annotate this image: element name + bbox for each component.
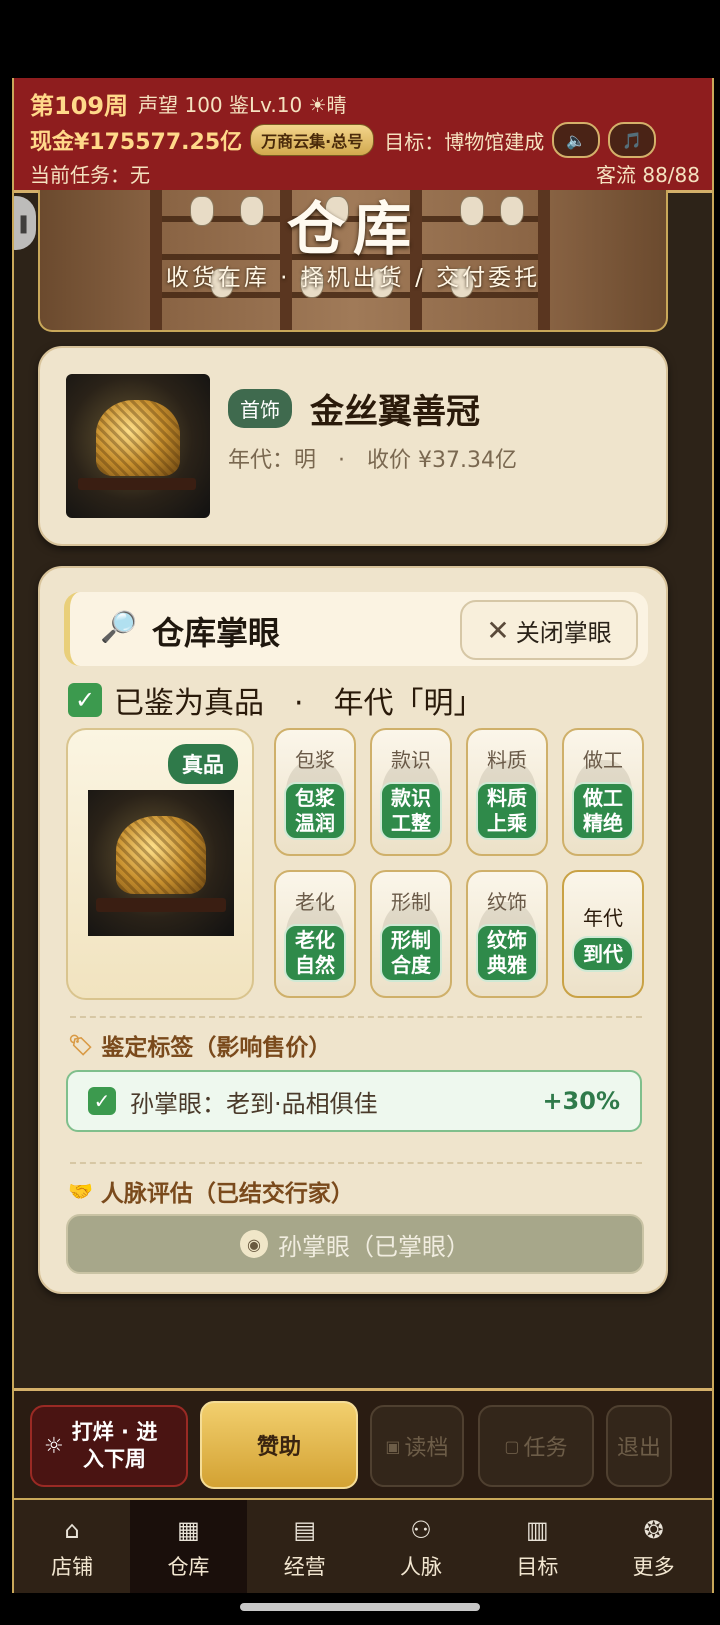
abacus-icon: ▤ xyxy=(293,1515,317,1544)
sun-icon: ☼ xyxy=(44,1433,64,1459)
pause-icon: ❚❚ xyxy=(14,212,32,234)
trait-label: 包浆 xyxy=(295,748,335,772)
scroll-icon: ▥ xyxy=(525,1515,549,1544)
next-week-button[interactable]: ☼ 打烊 · 进入下周 xyxy=(30,1405,188,1487)
contact-appraiser-label: 孙掌眼（已掌眼） xyxy=(278,1232,470,1261)
contacts-heading: 🤝 人脉评估（已结交行家） xyxy=(68,1179,354,1207)
trait-tile-material[interactable]: 料质 料质 上乘 xyxy=(466,728,548,856)
trait-label: 年代 xyxy=(583,906,623,930)
trait-label: 老化 xyxy=(295,890,335,914)
trait-result: 到代 xyxy=(572,936,634,972)
tab-shop[interactable]: ⌂ 店铺 xyxy=(14,1500,130,1593)
item-thumbnail xyxy=(66,374,210,518)
item-large-image xyxy=(88,790,234,936)
appraisal-labels-heading: 🏷 鉴定标签（影响售价） xyxy=(68,1033,332,1061)
close-appraisal-button[interactable]: ✕ 关闭掌眼 xyxy=(460,600,638,660)
page-title: 仓库 xyxy=(286,195,419,263)
trait-result: 包浆 温润 xyxy=(284,782,346,840)
action-bar: ☼ 打烊 · 进入下周 赞助 ▣ 读档 ▢ 任务 退出 xyxy=(14,1388,712,1501)
customer-traffic: 客流 88/88 xyxy=(596,162,700,187)
trait-result: 老化 自然 xyxy=(284,924,346,982)
magnifier-icon: 🔎 xyxy=(100,610,138,645)
trait-label: 款识 xyxy=(391,748,431,772)
trait-label: 纹饰 xyxy=(487,890,527,914)
item-card[interactable]: 首饰 金丝翼善冠 年代：明 · 收价 ¥37.34亿 xyxy=(38,346,668,546)
speaker-icon: 🔈 xyxy=(566,130,587,150)
tab-contacts[interactable]: ⚇ 人脉 xyxy=(363,1500,479,1593)
appraisal-title: 仓库掌眼 xyxy=(152,614,281,652)
cash-amount: 现金¥175577.25亿 xyxy=(30,130,243,155)
store-badge[interactable]: 万商云集·总号 xyxy=(250,124,375,156)
warehouse-banner: 仓库 收货在库 · 择机出货 / 交付委托 xyxy=(38,190,668,332)
trait-label: 做工 xyxy=(583,748,623,772)
more-icon: ❂ xyxy=(643,1515,664,1544)
music-toggle-button[interactable]: 🎵 xyxy=(608,122,657,158)
goal-text: 目标：博物馆建成 xyxy=(384,129,545,154)
shop-icon: ⌂ xyxy=(64,1515,80,1544)
music-note-icon: 🎵 xyxy=(622,130,643,150)
warehouse-icon: ▦ xyxy=(177,1515,200,1544)
bottom-tab-bar: ⌂ 店铺 ▦ 仓库 ▤ 经营 ⚇ 人脉 ▥ 目标 ❂ 更多 xyxy=(14,1498,712,1593)
trait-label: 料质 xyxy=(487,748,527,772)
verdict-text: 已鉴为真品 · 年代「明」 xyxy=(114,686,484,721)
tab-warehouse[interactable]: ▦ 仓库 xyxy=(130,1500,247,1593)
load-save-button[interactable]: ▣ 读档 xyxy=(370,1405,464,1487)
current-task: 当前任务：无 xyxy=(30,162,150,187)
checkmark-icon: ✓ xyxy=(88,1087,116,1115)
item-info: 年代：明 · 收价 ¥37.34亿 xyxy=(228,448,517,473)
category-tag: 首饰 xyxy=(228,389,292,428)
trait-tile-inscription[interactable]: 款识 款识 工整 xyxy=(370,728,452,856)
trait-result: 形制 合度 xyxy=(380,924,442,982)
trait-result: 款识 工整 xyxy=(380,782,442,840)
contact-appraiser-button[interactable]: ◉ 孙掌眼（已掌眼） xyxy=(66,1214,644,1274)
trait-tile-era[interactable]: 年代 到代 xyxy=(562,870,644,998)
floating-side-handle[interactable]: ❚❚ xyxy=(14,196,36,250)
verdict-line: ✓ 已鉴为真品 · 年代「明」 xyxy=(68,680,484,721)
folder-icon: ▣ xyxy=(385,1436,401,1456)
exit-button[interactable]: 退出 xyxy=(606,1405,672,1487)
trait-label: 形制 xyxy=(391,890,431,914)
trait-result: 料质 上乘 xyxy=(476,782,538,840)
sponsor-button[interactable]: 赞助 xyxy=(200,1401,358,1489)
appraiser-face-icon: ◉ xyxy=(240,1230,268,1258)
item-large-image-card: 真品 xyxy=(66,728,254,1000)
trait-tile-aging[interactable]: 老化 老化 自然 xyxy=(274,870,356,998)
appraisal-label-row[interactable]: ✓ 孙掌眼：老到·品相俱佳 +30% xyxy=(66,1070,642,1132)
item-name: 金丝翼善冠 xyxy=(310,392,480,432)
authentic-badge: 真品 xyxy=(168,744,238,784)
trait-result: 纹饰 典雅 xyxy=(476,924,538,982)
divider xyxy=(70,1016,642,1018)
player-stats: 声望 100 鉴Lv.10 ☀晴 xyxy=(138,92,347,117)
handshake-icon: 🤝 xyxy=(68,1179,93,1203)
checkmark-icon: ✓ xyxy=(68,683,102,717)
appraisal-panel: 🔎 仓库掌眼 ✕ 关闭掌眼 ✓ 已鉴为真品 · 年代「明」 真品 包浆 包浆 温润 xyxy=(38,566,668,1294)
divider xyxy=(70,1162,642,1164)
week-counter: 第109周 xyxy=(30,91,129,120)
trait-result: 做工 精绝 xyxy=(572,782,634,840)
price-bonus: +30% xyxy=(542,1087,620,1115)
people-icon: ⚇ xyxy=(410,1515,432,1544)
top-hud: 第109周 声望 100 鉴Lv.10 ☀晴 现金¥175577.25亿 万商云… xyxy=(14,78,712,193)
close-icon: ✕ xyxy=(486,613,510,647)
home-indicator[interactable] xyxy=(240,1603,480,1611)
crown-image xyxy=(96,400,180,476)
tab-more[interactable]: ❂ 更多 xyxy=(595,1500,711,1593)
crown-image xyxy=(116,816,206,894)
task-button[interactable]: ▢ 任务 xyxy=(478,1405,594,1487)
game-window: 第109周 声望 100 鉴Lv.10 ☀晴 现金¥175577.25亿 万商云… xyxy=(12,78,714,1593)
close-appraisal-label: 关闭掌眼 xyxy=(515,618,612,647)
trait-tile-form[interactable]: 形制 形制 合度 xyxy=(370,870,452,998)
label-text: 孙掌眼：老到·品相俱佳 xyxy=(130,1089,378,1118)
tag-icon: 🏷 xyxy=(68,1033,94,1057)
sound-toggle-button[interactable]: 🔈 xyxy=(552,122,601,158)
system-status-bar xyxy=(0,0,720,78)
trait-tile-patina[interactable]: 包浆 包浆 温润 xyxy=(274,728,356,856)
tab-business[interactable]: ▤ 经营 xyxy=(247,1500,363,1593)
appraisal-header: 🔎 仓库掌眼 ✕ 关闭掌眼 xyxy=(64,592,648,666)
page-subtitle: 收货在库 · 择机出货 / 交付委托 xyxy=(165,265,541,291)
task-icon: ▢ xyxy=(504,1436,520,1456)
tab-goals[interactable]: ▥ 目标 xyxy=(479,1500,595,1593)
trait-tile-decoration[interactable]: 纹饰 纹饰 典雅 xyxy=(466,870,548,998)
trait-tile-craftsmanship[interactable]: 做工 做工 精绝 xyxy=(562,728,644,856)
